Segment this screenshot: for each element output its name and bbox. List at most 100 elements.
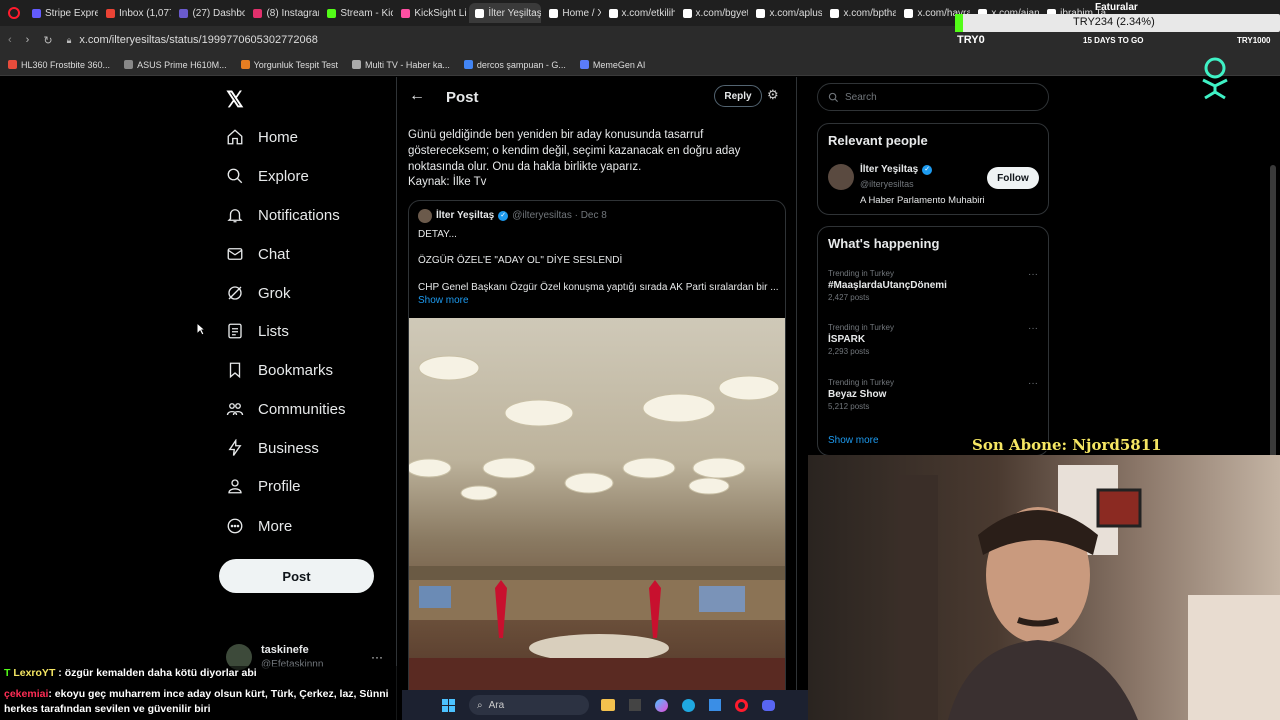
browser-tab[interactable]: (27) Dashboard: [173, 3, 245, 23]
quote-line-2: ÖZGÜR ÖZEL'E "ADAY OL" DİYE SESLENDİ: [418, 255, 623, 266]
browser-tab[interactable]: x.com/aplusm: [750, 3, 822, 23]
terminal-icon[interactable]: [629, 699, 641, 711]
bookmark-item[interactable]: HL360 Frostbite 360...: [8, 60, 110, 70]
mail-icon: [227, 248, 243, 260]
back-icon[interactable]: ‹: [8, 34, 12, 46]
nav-grok[interactable]: Grok: [226, 284, 291, 302]
trend-item[interactable]: Trending in Turkey Beyaz Show 5,212 post…: [828, 378, 1038, 411]
trend-item[interactable]: Trending in Turkey #MaaşlardaUtançDönemi…: [828, 269, 1038, 302]
parliament-photo[interactable]: [409, 318, 785, 719]
bookmark-item[interactable]: dercos şampuan - G...: [463, 60, 566, 70]
nav-bookmarks[interactable]: Bookmarks: [226, 361, 333, 379]
bookmark-item[interactable]: Multi TV - Haber ka...: [352, 60, 450, 70]
nav-chat[interactable]: Chat: [226, 245, 290, 263]
filter-icon[interactable]: ⚙︎: [767, 87, 779, 103]
store-icon[interactable]: [709, 699, 721, 711]
trend-more-icon[interactable]: ···: [1028, 323, 1038, 334]
verified-icon: ✓: [498, 210, 509, 221]
nav-notifications[interactable]: Notifications: [226, 206, 340, 224]
relevant-people-card: Relevant people İlter Yeşiltaş ✓ @iltery…: [817, 123, 1049, 215]
quote-show-more[interactable]: Show more: [418, 295, 469, 306]
browser-tab[interactable]: x.com/etkilihal: [603, 3, 675, 23]
bookmark-favicon-icon: [240, 60, 250, 69]
url-field[interactable]: x.com/ilteryesiltas/status/1999770605302…: [79, 34, 679, 46]
bookmark-item[interactable]: ASUS Prime H610M...: [124, 60, 227, 70]
bookmark-favicon-icon: [579, 60, 589, 69]
tab-favicon-icon: [179, 8, 189, 18]
bookmarks-bar: HL360 Frostbite 360... ASUS Prime H610M..…: [0, 54, 1280, 76]
browser-tab[interactable]: İlter Yeşiltaş on X: "GAZ…: [469, 3, 542, 23]
goal-days: 15 DAYS TO GO: [1083, 36, 1144, 45]
forward-icon[interactable]: ›: [26, 34, 30, 46]
follow-button[interactable]: Follow: [987, 167, 1039, 189]
tab-label: x.com/etkilihal: [621, 7, 675, 19]
discord-icon[interactable]: [762, 699, 775, 711]
account-more-icon[interactable]: ···: [371, 650, 383, 664]
person-name[interactable]: İlter Yeşiltaş: [860, 164, 918, 175]
tab-favicon-icon: [756, 8, 766, 18]
browser-tab[interactable]: Home / X: [543, 3, 601, 23]
tab-label: x.com/bpthab: [843, 7, 897, 19]
browser-tab[interactable]: (8) Instagram: [247, 3, 319, 23]
nav-lists[interactable]: Lists: [226, 322, 289, 340]
nav-home[interactable]: Home: [226, 128, 298, 146]
browser-tab[interactable]: KickSight Link: [395, 3, 467, 23]
home-icon: [227, 129, 243, 145]
trend-category: Trending in Turkey: [828, 269, 894, 278]
chandeliers: [409, 355, 780, 501]
search-box[interactable]: Search: [817, 83, 1049, 111]
windows-start-icon[interactable]: [442, 698, 455, 712]
trend-more-icon[interactable]: ···: [1028, 378, 1038, 389]
x-logo-icon[interactable]: 𝕏: [226, 87, 244, 113]
nav-more[interactable]: More: [226, 517, 292, 535]
tab-favicon-icon: [253, 8, 263, 18]
search-icon: [227, 168, 243, 184]
quoted-post[interactable]: İlter Yeşiltaş ✓ @ilteryesiltas · Dec 8 …: [408, 200, 786, 720]
person-avatar[interactable]: [828, 164, 854, 190]
trend-more-icon[interactable]: ···: [1028, 269, 1038, 280]
trend-title: İSPARK: [828, 334, 866, 345]
edge-icon[interactable]: [682, 698, 695, 712]
file-explorer-icon[interactable]: [601, 699, 615, 711]
bookmark-icon: [229, 362, 241, 379]
nav-explore[interactable]: Explore: [226, 167, 309, 185]
tab-label: (8) Instagram: [266, 7, 319, 19]
trend-item[interactable]: Trending in Turkey İSPARK 2,293 posts ··…: [828, 323, 1038, 356]
nav-communities[interactable]: Communities: [226, 400, 346, 418]
profile-icon: [228, 479, 242, 494]
lock-icon: 🔒︎: [66, 34, 72, 45]
taskbar-search-label: Ara: [488, 699, 505, 711]
nav-communities-label: Communities: [258, 400, 346, 418]
trend-count: 2,427 posts: [828, 293, 870, 302]
nav-explore-label: Explore: [258, 167, 309, 185]
person-bio: A Haber Parlamento Muhabiri: [860, 195, 985, 206]
browser-tab[interactable]: Stream - Kick: [321, 3, 393, 23]
bookmark-favicon-icon: [8, 60, 17, 69]
browser-tab[interactable]: Inbox (1,077): [100, 3, 171, 23]
search-icon: [828, 92, 839, 102]
quote-author[interactable]: İlter Yeşiltaş: [436, 210, 494, 221]
bookmark-item[interactable]: MemeGen AI: [579, 60, 645, 70]
browser-tab[interactable]: x.com/bpthab: [824, 3, 896, 23]
chat-overlay: T LexroYT : özgür kemalden daha kötü diy…: [0, 666, 402, 720]
nav-profile[interactable]: Profile: [226, 477, 301, 495]
tab-favicon-icon: [106, 8, 115, 18]
show-more-link[interactable]: Show more: [828, 435, 879, 446]
copilot-icon[interactable]: [655, 698, 668, 712]
nav-notifications-label: Notifications: [258, 206, 340, 224]
taskbar-search[interactable]: ⌕ Ara: [469, 695, 589, 715]
tab-favicon-icon: [682, 8, 692, 18]
browser-tab[interactable]: Stripe Express: [26, 3, 98, 23]
reload-icon[interactable]: ↻: [43, 34, 52, 47]
browser-tab[interactable]: x.com/bgyeth: [677, 3, 748, 23]
tab-label: x.com/aplusm: [769, 7, 823, 19]
opera-taskbar-icon[interactable]: [735, 698, 748, 712]
whats-happening-card: What's happening Trending in Turkey #Maa…: [817, 226, 1049, 456]
nav-business[interactable]: Business: [226, 439, 319, 457]
bookmark-item[interactable]: Yorgunluk Tespit Test: [240, 60, 338, 70]
reply-button[interactable]: Reply: [714, 85, 762, 107]
post-button[interactable]: Post: [219, 559, 374, 593]
list-icon: [228, 323, 242, 339]
opera-logo-icon[interactable]: [8, 7, 20, 19]
back-arrow-icon[interactable]: ←: [409, 87, 425, 105]
